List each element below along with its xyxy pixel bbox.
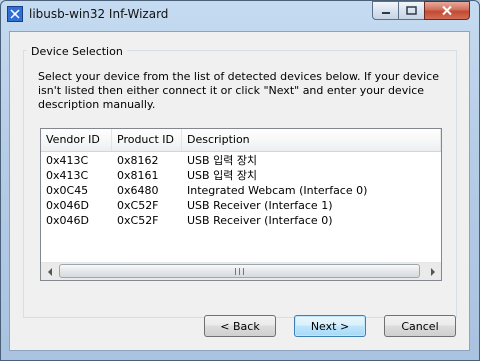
vendor-id-cell: 0x413C: [46, 169, 89, 182]
list-header: Vendor ID Product ID Description: [41, 129, 441, 152]
close-button[interactable]: [424, 1, 470, 20]
device-list[interactable]: Vendor ID Product ID Description 0x413C …: [40, 128, 442, 281]
arrow-left-icon: [47, 267, 52, 276]
next-button[interactable]: Next >: [294, 315, 366, 337]
description-cell: Integrated Webcam (Interface 0): [187, 184, 368, 197]
back-button[interactable]: < Back: [204, 315, 276, 337]
window-title: libusb-win32 Inf-Wizard: [29, 7, 169, 21]
grip-icon: [235, 267, 244, 275]
table-row[interactable]: 0x413C 0x8162 USB 입력 장치: [41, 153, 441, 168]
table-row[interactable]: 0x0C45 0x6480 Integrated Webcam (Interfa…: [41, 183, 441, 198]
cancel-button[interactable]: Cancel: [384, 315, 456, 337]
table-row[interactable]: 0x046D 0xC52F USB Receiver (Interface 0): [41, 213, 441, 228]
instructions-text: Select your device from the list of dete…: [38, 70, 439, 111]
libusb-app-icon: [7, 6, 23, 22]
product-id-cell: 0xC52F: [117, 214, 159, 227]
close-icon: [442, 5, 452, 16]
minimize-button[interactable]: [372, 1, 399, 20]
scrollbar-thumb[interactable]: [59, 264, 420, 278]
dialog-body: Device Selection Select your device from…: [9, 31, 470, 351]
horizontal-scrollbar[interactable]: [41, 262, 441, 280]
product-id-cell: 0x6480: [117, 184, 159, 197]
list-rows: 0x413C 0x8162 USB 입력 장치 0x413C 0x8161 US…: [41, 153, 441, 228]
scroll-left-button[interactable]: [41, 263, 58, 280]
maximize-button[interactable]: [398, 1, 425, 20]
product-id-cell: 0x8161: [117, 169, 159, 182]
column-header-product-id[interactable]: Product ID: [112, 129, 182, 151]
description-cell: USB Receiver (Interface 1): [187, 199, 333, 212]
column-header-vendor-id[interactable]: Vendor ID: [41, 129, 112, 151]
column-header-description[interactable]: Description: [182, 129, 441, 151]
vendor-id-cell: 0x0C45: [46, 184, 89, 197]
title-bar[interactable]: libusb-win32 Inf-Wizard: [1, 1, 479, 31]
description-cell: USB Receiver (Interface 0): [187, 214, 333, 227]
description-cell: USB 입력 장치: [187, 169, 258, 182]
scroll-right-button[interactable]: [424, 263, 441, 280]
vendor-id-cell: 0x413C: [46, 154, 89, 167]
table-row[interactable]: 0x413C 0x8161 USB 입력 장치: [41, 168, 441, 183]
group-label: Device Selection: [27, 45, 127, 58]
description-cell: USB 입력 장치: [187, 154, 258, 167]
vendor-id-cell: 0x046D: [46, 199, 89, 212]
vendor-id-cell: 0x046D: [46, 214, 89, 227]
arrow-right-icon: [430, 267, 435, 276]
minimize-icon: [381, 11, 390, 14]
table-row[interactable]: 0x046D 0xC52F USB Receiver (Interface 1): [41, 198, 441, 213]
product-id-cell: 0x8162: [117, 154, 159, 167]
product-id-cell: 0xC52F: [117, 199, 159, 212]
maximize-icon: [406, 6, 417, 15]
wizard-window: libusb-win32 Inf-Wizard Device Selection…: [0, 0, 480, 361]
